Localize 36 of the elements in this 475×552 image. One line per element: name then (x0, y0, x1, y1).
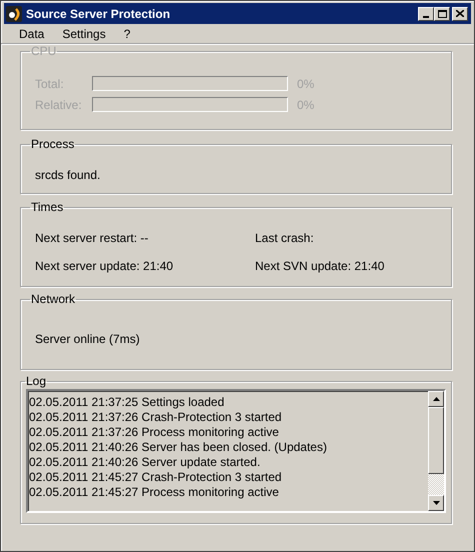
maximize-button[interactable] (434, 6, 450, 20)
app-icon (6, 6, 22, 22)
log-entry: 02.05.2011 21:45:27 Crash-Protection 3 started (29, 470, 283, 485)
group-title: Process (30, 137, 76, 151)
log-entry: 02.05.2011 21:40:26 Server update started. (29, 455, 262, 470)
scrollbar[interactable] (428, 391, 444, 511)
menu-item[interactable]: Settings (54, 24, 114, 42)
window-title: Source Server Protection (26, 6, 172, 22)
minimize-button[interactable] (418, 6, 434, 20)
log-list[interactable] (26, 389, 446, 513)
scroll-down-button[interactable] (428, 495, 444, 511)
time-info: Next SVN update: 21:40 (255, 259, 386, 274)
menu-item[interactable]: Data (11, 24, 52, 42)
close-icon (456, 10, 464, 17)
menu-item[interactable]: ? (116, 24, 138, 42)
log-entry: 02.05.2011 21:37:25 Settings loaded (29, 395, 226, 410)
minimize-icon (423, 16, 429, 18)
down-arrow-icon (432, 501, 440, 505)
time-info: Next server update: 21:40 (35, 259, 174, 274)
time-info: Next server restart: -- (35, 231, 150, 246)
group-title: Log (25, 374, 48, 388)
scroll-thumb[interactable] (428, 407, 444, 474)
maximize-icon (438, 10, 446, 18)
group-title: CPU (30, 44, 58, 58)
log-entry: 02.05.2011 21:37:26 Process monitoring active (29, 425, 280, 440)
group-title: Network (30, 292, 76, 306)
log-entry: 02.05.2011 21:37:26 Crash-Protection 3 started (29, 410, 283, 425)
up-arrow-icon (432, 397, 440, 401)
status-text: Server online (7ms) (35, 331, 140, 348)
close-button[interactable] (452, 6, 468, 20)
log-entry: 02.05.2011 21:40:26 Server has been closed. (Updates) (29, 440, 328, 455)
status-text: srcds found. (35, 167, 100, 184)
group-title: Times (30, 200, 64, 214)
scroll-up-button[interactable] (428, 391, 444, 407)
log-entry: 02.05.2011 21:45:27 Process monitoring active (29, 485, 280, 500)
time-info: Last crash: (255, 231, 315, 246)
